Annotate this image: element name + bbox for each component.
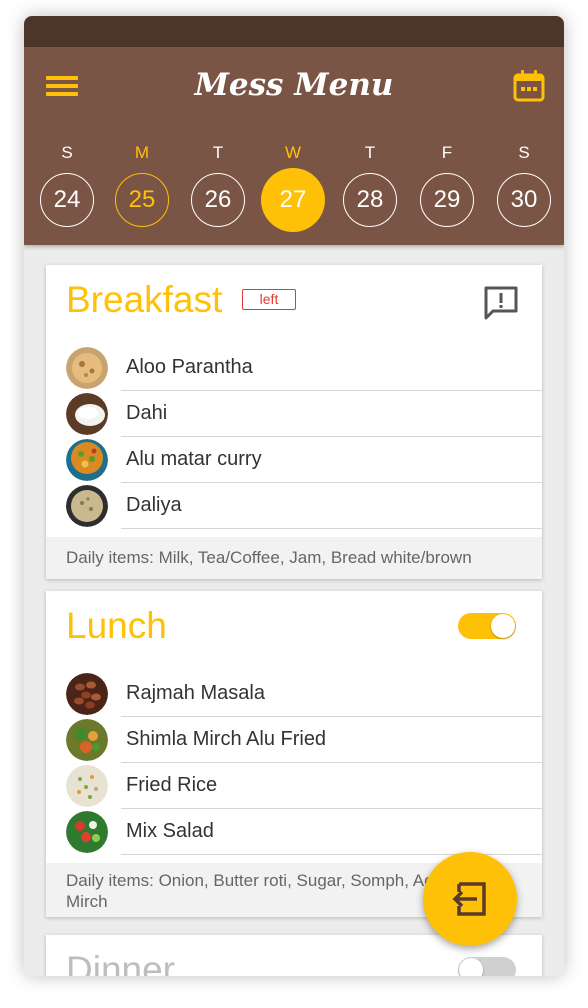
list-item[interactable]: Fried Rice — [46, 763, 542, 809]
item-name: Dahi — [126, 402, 168, 424]
lunch-toggle[interactable] — [458, 613, 516, 639]
breakfast-title: Breakfast — [66, 279, 223, 320]
dahi-photo — [66, 393, 108, 435]
toggle-knob — [491, 614, 515, 638]
item-name: Aloo Parantha — [126, 356, 253, 378]
item-name: Mix Salad — [126, 820, 214, 842]
calendar-icon[interactable] — [512, 69, 546, 103]
phone-screen: Mess Menu S 24 M 25 T 26 W 27 T 28 F 29 … — [24, 16, 564, 976]
dinner-title: Dinner — [66, 949, 175, 976]
toggle-knob — [459, 958, 483, 976]
lunch-title: Lunch — [66, 605, 167, 646]
breakfast-card: Breakfast left Aloo Parantha Dahi Alu ma… — [46, 265, 542, 579]
app-title: Mess Menu — [194, 67, 394, 103]
daily-items: Daily items: Milk, Tea/Coffee, Jam, Brea… — [46, 537, 542, 579]
item-name: Fried Rice — [126, 774, 218, 796]
rajmah-masala-photo — [66, 673, 108, 715]
list-item[interactable]: Alu matar curry — [46, 437, 542, 483]
day-letter: S — [61, 143, 73, 162]
list-item[interactable]: Dahi — [46, 391, 542, 437]
day-date: 24 — [40, 173, 94, 227]
day-sunday[interactable]: S 24 — [37, 143, 97, 233]
day-saturday[interactable]: S 30 — [494, 143, 554, 233]
status-bar — [24, 16, 564, 47]
day-date: 26 — [191, 173, 245, 227]
item-name: Shimla Mirch Alu Fried — [126, 728, 327, 750]
exit-to-app-icon[interactable] — [423, 852, 517, 946]
daliya-photo — [66, 485, 108, 527]
item-name: Daliya — [126, 494, 182, 516]
day-date: 27 — [261, 168, 325, 232]
day-date: 25 — [115, 173, 169, 227]
day-letter: S — [518, 143, 530, 162]
divider — [121, 528, 542, 529]
app-bar: Mess Menu S 24 M 25 T 26 W 27 T 28 F 29 … — [24, 47, 564, 245]
day-letter: W — [284, 143, 302, 162]
status-badge: left — [242, 289, 296, 310]
day-date: 30 — [497, 173, 551, 227]
day-letter: T — [212, 143, 224, 162]
mix-salad-photo — [66, 811, 108, 853]
alu-matar-curry-photo — [66, 439, 108, 481]
day-monday[interactable]: M 25 — [112, 143, 172, 233]
day-date: 28 — [343, 173, 397, 227]
day-wednesday[interactable]: W 27 — [261, 143, 325, 233]
aloo-parantha-photo — [66, 347, 108, 389]
week-selector: S 24 M 25 T 26 W 27 T 28 F 29 S 30 — [24, 143, 564, 233]
day-date: 29 — [420, 173, 474, 227]
item-name: Alu matar curry — [126, 448, 262, 470]
day-letter: M — [134, 143, 150, 162]
fried-rice-photo — [66, 765, 108, 807]
list-item[interactable]: Rajmah Masala — [46, 671, 542, 717]
feedback-icon[interactable] — [482, 285, 520, 321]
list-item[interactable]: Daliya — [46, 483, 542, 529]
dinner-toggle[interactable] — [458, 957, 516, 976]
day-tuesday[interactable]: T 26 — [188, 143, 248, 233]
day-letter: F — [441, 143, 453, 162]
list-item[interactable]: Aloo Parantha — [46, 345, 542, 391]
list-item[interactable]: Shimla Mirch Alu Fried — [46, 717, 542, 763]
day-letter: T — [364, 143, 376, 162]
day-friday[interactable]: F 29 — [417, 143, 477, 233]
list-item[interactable]: Mix Salad — [46, 809, 542, 855]
item-name: Rajmah Masala — [126, 682, 265, 704]
shimla-mirch-alu-photo — [66, 719, 108, 761]
day-thursday[interactable]: T 28 — [340, 143, 400, 233]
